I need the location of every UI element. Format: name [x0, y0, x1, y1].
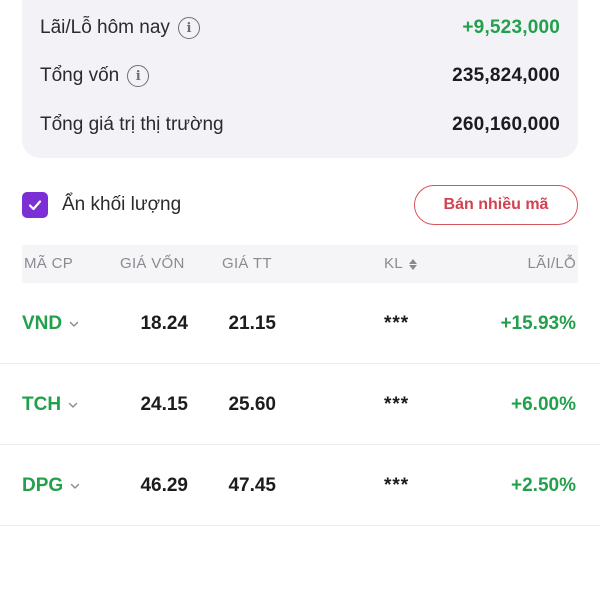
profit-loss: +15.93% — [500, 313, 576, 334]
header-profit-loss: LÃI/LỖ — [527, 255, 576, 272]
header-volume: KL — [384, 255, 403, 272]
hide-volume-toggle[interactable]: Ẩn khối lượng — [22, 192, 181, 218]
hide-volume-checkbox[interactable] — [22, 192, 48, 218]
holdings-table-header: MÃ CP GIÁ VỐN GIÁ TT KL LÃI/LỖ — [22, 245, 578, 283]
capital-row: Tổng vốn i 235,824,000 — [40, 60, 560, 92]
info-icon[interactable]: i — [127, 65, 150, 87]
table-controls: Ẩn khối lượng Bán nhiều mã — [22, 184, 578, 226]
stock-code-dropdown[interactable]: VND — [22, 283, 80, 364]
cost-price: 46.29 — [140, 475, 188, 496]
today-pl-value: +9,523,000 — [462, 17, 560, 38]
hide-volume-label: Ẩn khối lượng — [62, 194, 182, 215]
cost-price: 24.15 — [140, 394, 188, 415]
stock-code: VND — [22, 313, 63, 334]
header-code: MÃ CP — [24, 255, 74, 272]
cost-price: 18.24 — [140, 313, 188, 334]
market-price: 21.15 — [228, 313, 276, 334]
holdings-table-body: VND 18.24 21.15 *** +15.93% TCH 24.15 25… — [0, 283, 600, 526]
profit-loss: +6.00% — [511, 394, 576, 415]
market-value-row: Tổng giá trị thị trường 260,160,000 — [40, 109, 560, 141]
header-cost-price: GIÁ VỐN — [120, 255, 185, 272]
header-market-price: GIÁ TT — [222, 255, 272, 272]
volume-masked: *** — [384, 313, 410, 334]
chevron-down-icon — [70, 483, 80, 489]
sort-icon[interactable] — [408, 258, 417, 270]
capital-label-wrap: Tổng vốn i — [40, 65, 150, 87]
stock-code-dropdown[interactable]: TCH — [22, 364, 79, 445]
market-value-label: Tổng giá trị thị trường — [40, 114, 224, 135]
today-pl-label: Lãi/Lỗ hôm nay — [40, 17, 170, 38]
chevron-down-icon — [68, 402, 78, 408]
capital-value: 235,824,000 — [452, 65, 560, 86]
stock-code: DPG — [22, 475, 64, 496]
volume-masked: *** — [384, 394, 410, 415]
info-icon[interactable]: i — [177, 17, 200, 39]
table-row[interactable]: DPG 46.29 47.45 *** +2.50% — [0, 445, 600, 526]
market-price: 25.60 — [228, 394, 276, 415]
today-pl-row: Lãi/Lỗ hôm nay i +9,523,000 — [40, 12, 560, 44]
market-value-value: 260,160,000 — [452, 114, 560, 135]
chevron-down-icon — [69, 321, 79, 327]
profit-loss: +2.50% — [511, 475, 576, 496]
stock-code: TCH — [22, 394, 62, 415]
table-row[interactable]: TCH 24.15 25.60 *** +6.00% — [0, 364, 600, 445]
capital-label: Tổng vốn — [40, 65, 120, 86]
stock-code-dropdown[interactable]: DPG — [22, 445, 81, 526]
volume-masked: *** — [384, 475, 410, 496]
market-price: 47.45 — [228, 475, 276, 496]
table-row[interactable]: VND 18.24 21.15 *** +15.93% — [0, 283, 600, 364]
sell-multiple-button[interactable]: Bán nhiều mã — [414, 185, 578, 225]
header-volume-sort[interactable]: KL — [384, 245, 417, 283]
check-icon — [28, 200, 42, 211]
today-pl-label-wrap: Lãi/Lỗ hôm nay i — [40, 17, 200, 39]
